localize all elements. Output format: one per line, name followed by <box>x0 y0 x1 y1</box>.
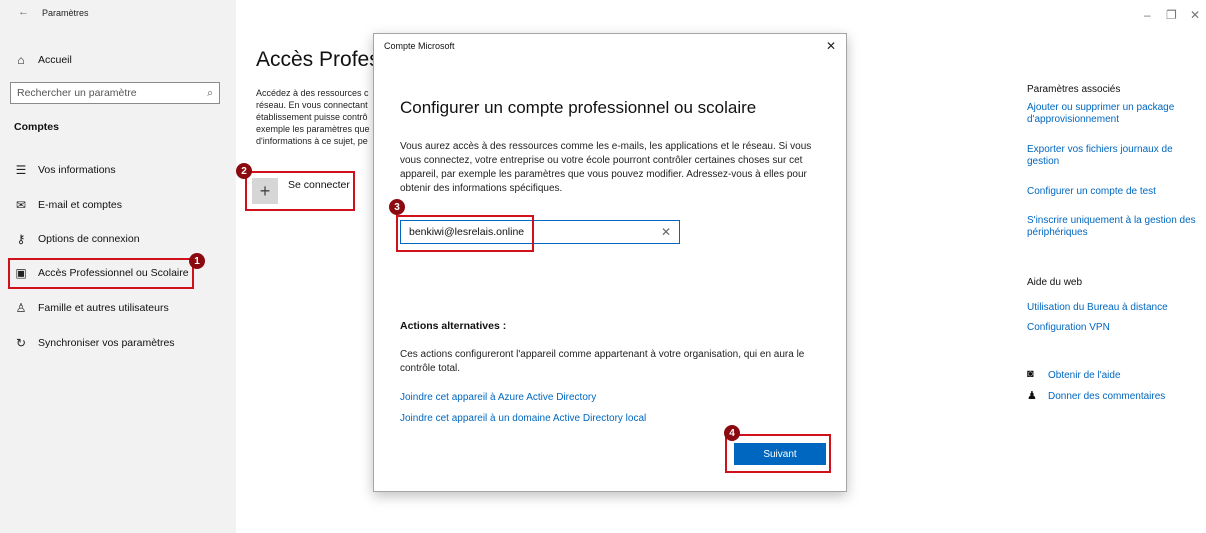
search-placeholder: Rechercher un paramètre <box>17 87 137 99</box>
sidebar-item-label: E-mail et comptes <box>38 199 123 211</box>
annotation-badge: 2 <box>236 163 252 179</box>
sidebar-item-home[interactable]: ⌂ Accueil <box>10 48 232 72</box>
link-feedback[interactable]: Donner des commentaires <box>1048 391 1206 403</box>
link-remote-desktop[interactable]: Utilisation du Bureau à distance <box>1027 302 1202 314</box>
link-get-help[interactable]: Obtenir de l'aide <box>1048 370 1206 382</box>
highlight-box <box>725 434 831 473</box>
window-title: Paramètres <box>42 8 89 18</box>
link-provisioning-package[interactable]: Ajouter ou supprimer un package d'approv… <box>1027 102 1202 126</box>
restore-icon[interactable]: ❐ <box>1166 8 1177 22</box>
close-window-icon[interactable]: ✕ <box>1190 8 1200 22</box>
sidebar-item-info[interactable]: ☰ Vos informations <box>10 158 232 182</box>
sidebar-item-label: Famille et autres utilisateurs <box>38 302 169 314</box>
sidebar-item-label: Vos informations <box>38 164 116 176</box>
sidebar-item-email[interactable]: ✉ E-mail et comptes <box>10 193 232 217</box>
minimize-icon[interactable]: – <box>1144 8 1151 22</box>
sidebar-item-family[interactable]: ♙ Famille et autres utilisateurs <box>10 296 232 320</box>
sidebar-item-sync[interactable]: ↻ Synchroniser vos paramètres <box>10 331 232 355</box>
back-arrow-icon[interactable]: ← <box>18 6 29 18</box>
highlight-box <box>245 171 355 211</box>
clear-icon[interactable]: ✕ <box>661 225 671 239</box>
link-device-management[interactable]: S'inscrire uniquement à la gestion des p… <box>1027 215 1202 239</box>
search-input[interactable]: Rechercher un paramètre ⌕ <box>10 82 220 104</box>
home-icon: ⌂ <box>17 53 25 67</box>
related-settings-title: Paramètres associés <box>1027 84 1121 95</box>
alt-actions-title: Actions alternatives : <box>400 320 507 332</box>
help-icon: ◙ <box>1027 368 1034 380</box>
feedback-icon: ♟ <box>1027 390 1037 402</box>
mail-icon: ✉ <box>15 198 27 212</box>
close-icon[interactable]: ✕ <box>826 39 836 53</box>
sidebar-item-signin[interactable]: ⚷ Options de connexion <box>10 227 232 251</box>
dialog-heading: Configurer un compte professionnel ou sc… <box>400 98 757 117</box>
alt-actions-description: Ces actions configureront l'appareil com… <box>400 349 805 374</box>
dialog-title: Compte Microsoft <box>384 41 455 51</box>
link-vpn[interactable]: Configuration VPN <box>1027 322 1202 334</box>
annotation-badge: 1 <box>189 253 205 269</box>
link-test-account[interactable]: Configurer un compte de test <box>1027 186 1202 198</box>
dialog-description: Vous aurez accès à des ressources comme … <box>400 141 812 194</box>
highlight-box <box>8 258 194 289</box>
join-azure-link[interactable]: Joindre cet appareil à Azure Active Dire… <box>400 392 596 403</box>
sync-icon: ↻ <box>15 336 27 350</box>
search-icon: ⌕ <box>207 86 213 99</box>
microsoft-account-dialog: Compte Microsoft ✕ Configurer un compte … <box>373 33 847 492</box>
person-icon: ♙ <box>15 301 27 315</box>
join-local-domain-link[interactable]: Joindre cet appareil à un domaine Active… <box>400 413 646 424</box>
page-description: Accédez à des ressources c réseau. En vo… <box>256 88 370 146</box>
section-title: Comptes <box>14 121 59 133</box>
highlight-box <box>396 215 534 252</box>
key-icon: ⚷ <box>16 232 26 246</box>
sidebar-item-label: Synchroniser vos paramètres <box>38 337 175 349</box>
web-help-title: Aide du web <box>1027 277 1083 288</box>
link-export-logs[interactable]: Exporter vos fichiers journaux de gestio… <box>1027 144 1202 168</box>
sidebar-item-label: Options de connexion <box>38 233 140 245</box>
annotation-badge: 4 <box>724 425 740 441</box>
annotation-badge: 3 <box>389 199 405 215</box>
person-card-icon: ☰ <box>15 163 27 177</box>
sidebar-item-label: Accueil <box>38 54 72 66</box>
